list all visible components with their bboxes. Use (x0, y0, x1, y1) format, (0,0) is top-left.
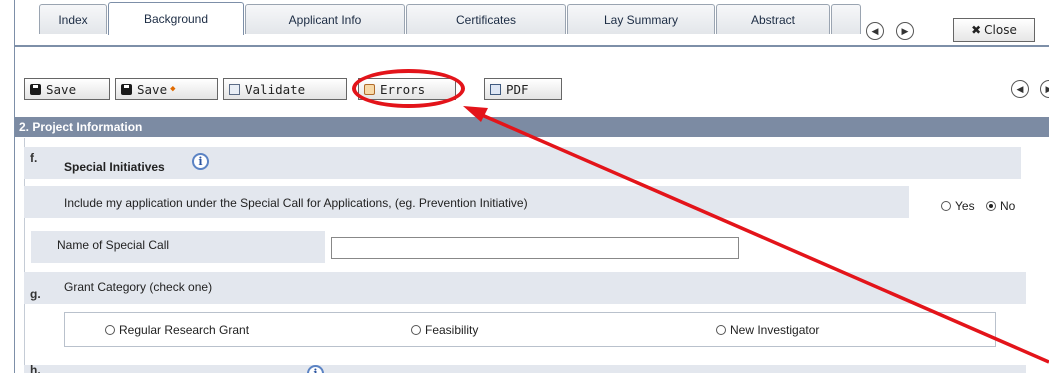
radio-label: Feasibility (425, 323, 479, 337)
grant-category-title: Grant Category (check one) (64, 280, 213, 294)
radio-label: Regular Research Grant (119, 323, 250, 337)
radio-circle (411, 325, 421, 335)
save-label: Save (46, 81, 77, 97)
feasibility-radio[interactable]: Feasibility (411, 323, 478, 337)
special-call-name-input[interactable] (331, 237, 739, 259)
save-plus-label: Save (137, 81, 168, 97)
validate-label: Validate (245, 81, 306, 97)
save-and-continue-button[interactable]: Save ◆ (115, 78, 218, 100)
special-call-yes-radio[interactable]: Yes (941, 199, 975, 213)
info-icon[interactable]: i (192, 153, 209, 170)
pdf-label: PDF (506, 81, 529, 97)
tab-background[interactable]: Background (108, 2, 244, 35)
item-letter-f: f. (30, 151, 38, 165)
new-investigator-radio[interactable]: New Investigator (716, 323, 819, 337)
regular-research-grant-radio[interactable]: Regular Research Grant (105, 323, 249, 337)
scroll-right-icon[interactable]: ▶ (896, 22, 914, 40)
radio-label: No (1000, 199, 1016, 213)
special-call-question: Include my application under the Special… (64, 196, 528, 210)
radio-circle (941, 201, 951, 211)
radio-circle (716, 325, 726, 335)
tab-certificates[interactable]: Certificates (406, 4, 566, 34)
special-call-name-label: Name of Special Call (57, 238, 170, 252)
radio-label: Yes (955, 199, 975, 213)
save-button[interactable]: Save (24, 78, 110, 100)
close-button[interactable]: ✖ Close (953, 18, 1035, 42)
radio-circle (986, 201, 996, 211)
tab-index[interactable]: Index (39, 4, 107, 34)
scroll-left-icon[interactable]: ◀ (866, 22, 884, 40)
special-initiatives-title: Special Initiatives (64, 160, 165, 174)
special-call-no-radio[interactable]: No (986, 199, 1015, 213)
close-icon: ✖ (971, 23, 982, 37)
next-item-row (24, 365, 1026, 373)
pdf-icon (490, 83, 501, 95)
radio-circle (105, 325, 115, 335)
tab-lay-summary[interactable]: Lay Summary (567, 4, 715, 34)
tab-partial[interactable] (831, 4, 861, 34)
next-diamond-icon: ◆ (170, 84, 176, 94)
radio-label: New Investigator (730, 323, 820, 337)
special-initiatives-row (24, 147, 1021, 179)
pdf-button[interactable]: PDF (484, 78, 562, 100)
toolbar-scroll-left-icon[interactable]: ◀ (1011, 80, 1029, 98)
section-header: 2. Project Information (15, 117, 1049, 137)
tab-applicant-info[interactable]: Applicant Info (245, 4, 405, 34)
close-label: Close (984, 23, 1017, 37)
validate-button[interactable]: Validate (223, 78, 347, 100)
errors-highlight-oval (352, 69, 465, 108)
save-icon (30, 83, 41, 95)
validate-icon (229, 83, 240, 95)
item-letter-g: g. (30, 287, 41, 301)
tab-abstract[interactable]: Abstract (716, 4, 830, 34)
item-letter-h: h. (30, 363, 41, 373)
save-icon (121, 83, 132, 95)
